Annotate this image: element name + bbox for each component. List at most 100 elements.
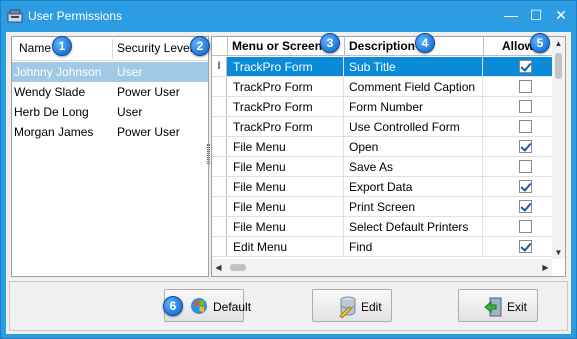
users-list[interactable]: Name Security Level Johnny Johnson User … bbox=[11, 36, 209, 277]
row-indicator[interactable] bbox=[212, 157, 227, 176]
grid-row[interactable]: TrackPro Form Form Number bbox=[212, 97, 552, 117]
user-name: Morgan James bbox=[14, 125, 94, 139]
allow-checkbox[interactable] bbox=[519, 200, 532, 213]
description-cell[interactable]: Export Data bbox=[344, 177, 483, 196]
column-divider[interactable] bbox=[344, 37, 345, 56]
menu-or-screen-cell[interactable]: TrackPro Form bbox=[227, 57, 344, 76]
allow-cell bbox=[483, 57, 552, 76]
edit-button[interactable]: Edit bbox=[312, 289, 392, 322]
menu-or-screen-cell[interactable]: File Menu bbox=[227, 137, 344, 156]
app-icon bbox=[7, 9, 23, 23]
callout-badge-2: 2 bbox=[190, 36, 210, 56]
grid-row[interactable]: I TrackPro Form Sub Title bbox=[212, 57, 552, 77]
menu-or-screen-cell[interactable]: File Menu bbox=[227, 177, 344, 196]
edit-button-label: Edit bbox=[361, 300, 382, 314]
panel-splitter-handle[interactable] bbox=[207, 144, 210, 164]
row-indicator[interactable] bbox=[212, 197, 227, 216]
grid-row[interactable]: File Menu Print Screen bbox=[212, 197, 552, 217]
scroll-down-arrow-icon[interactable]: ▼ bbox=[552, 246, 565, 259]
allow-cell bbox=[483, 117, 552, 136]
scroll-right-arrow-icon[interactable]: ▶ bbox=[539, 259, 552, 276]
description-cell[interactable]: Comment Field Caption bbox=[344, 77, 483, 96]
column-divider[interactable] bbox=[112, 39, 113, 59]
column-header-menu-or-screen[interactable]: Menu or Screen bbox=[232, 39, 322, 53]
row-indicator[interactable] bbox=[212, 237, 227, 256]
description-cell[interactable]: Sub Title bbox=[344, 57, 483, 76]
exit-door-icon bbox=[484, 297, 502, 317]
user-name: Herb De Long bbox=[14, 105, 89, 119]
allow-checkbox[interactable] bbox=[519, 180, 532, 193]
user-name: Wendy Slade bbox=[14, 85, 86, 99]
callout-badge-4: 4 bbox=[415, 33, 435, 53]
allow-checkbox[interactable] bbox=[519, 220, 532, 233]
default-windows-icon bbox=[191, 298, 207, 314]
row-indicator[interactable] bbox=[212, 217, 227, 236]
grid-row[interactable]: File Menu Select Default Printers bbox=[212, 217, 552, 237]
vertical-scroll-thumb[interactable] bbox=[555, 53, 562, 79]
column-header-name[interactable]: Name bbox=[19, 41, 51, 55]
user-security-level: User bbox=[117, 105, 143, 119]
allow-checkbox[interactable] bbox=[519, 140, 532, 153]
description-cell[interactable]: Form Number bbox=[344, 97, 483, 116]
grid-row[interactable]: File Menu Save As bbox=[212, 157, 552, 177]
grid-row[interactable]: Edit Menu Find bbox=[212, 237, 552, 257]
column-divider[interactable] bbox=[483, 37, 484, 56]
menu-or-screen-cell[interactable]: File Menu bbox=[227, 157, 344, 176]
column-header-description[interactable]: Description bbox=[349, 39, 415, 53]
title-bar[interactable]: User Permissions — ☐ ✕ bbox=[1, 1, 576, 31]
minimize-button[interactable]: — bbox=[500, 5, 522, 25]
menu-or-screen-cell[interactable]: Edit Menu bbox=[227, 237, 344, 256]
menu-or-screen-cell[interactable]: TrackPro Form bbox=[227, 97, 344, 116]
row-indicator[interactable]: I bbox=[212, 57, 227, 76]
vertical-scrollbar[interactable]: ▲ ▼ bbox=[552, 37, 565, 259]
user-security-level: Power User bbox=[117, 125, 180, 139]
description-cell[interactable]: Print Screen bbox=[344, 197, 483, 216]
grid-header: Menu or Screen Description Allow bbox=[212, 37, 552, 56]
row-indicator[interactable] bbox=[212, 117, 227, 136]
callout-badge-6: 6 bbox=[163, 296, 183, 316]
horizontal-scroll-thumb[interactable] bbox=[230, 264, 246, 271]
column-divider[interactable] bbox=[227, 37, 228, 56]
grid-row[interactable]: File Menu Export Data bbox=[212, 177, 552, 197]
grid-row[interactable]: File Menu Open bbox=[212, 137, 552, 157]
grid-row[interactable]: TrackPro Form Use Controlled Form bbox=[212, 117, 552, 137]
row-indicator[interactable] bbox=[212, 97, 227, 116]
allow-checkbox[interactable] bbox=[519, 100, 532, 113]
column-header-security-level[interactable]: Security Level bbox=[117, 41, 192, 55]
allow-checkbox[interactable] bbox=[519, 120, 532, 133]
user-permissions-window: User Permissions — ☐ ✕ Name Security Lev… bbox=[0, 0, 577, 339]
allow-cell bbox=[483, 97, 552, 116]
maximize-button[interactable]: ☐ bbox=[525, 5, 547, 25]
row-indicator[interactable] bbox=[212, 137, 227, 156]
description-cell[interactable]: Select Default Printers bbox=[344, 217, 483, 236]
permissions-grid[interactable]: Menu or Screen Description Allow I TrackP… bbox=[211, 36, 566, 277]
menu-or-screen-cell[interactable]: TrackPro Form bbox=[227, 77, 344, 96]
user-row-morgan-james[interactable]: Morgan James Power User bbox=[12, 122, 208, 142]
close-button[interactable]: ✕ bbox=[550, 5, 572, 25]
menu-or-screen-cell[interactable]: File Menu bbox=[227, 217, 344, 236]
user-row-herb-de-long[interactable]: Herb De Long User bbox=[12, 102, 208, 122]
scroll-left-arrow-icon[interactable]: ◀ bbox=[212, 259, 225, 276]
scroll-up-arrow-icon[interactable]: ▲ bbox=[552, 37, 565, 50]
grid-row[interactable]: TrackPro Form Comment Field Caption bbox=[212, 77, 552, 97]
allow-checkbox[interactable] bbox=[519, 160, 532, 173]
row-indicator[interactable] bbox=[212, 77, 227, 96]
horizontal-scrollbar[interactable]: ◀ ▶ bbox=[212, 259, 552, 276]
row-indicator[interactable] bbox=[212, 177, 227, 196]
menu-or-screen-cell[interactable]: File Menu bbox=[227, 197, 344, 216]
allow-checkbox[interactable] bbox=[519, 60, 532, 73]
user-row-wendy-slade[interactable]: Wendy Slade Power User bbox=[12, 82, 208, 102]
description-cell[interactable]: Use Controlled Form bbox=[344, 117, 483, 136]
allow-checkbox[interactable] bbox=[519, 80, 532, 93]
exit-button[interactable]: Exit bbox=[458, 289, 538, 322]
callout-badge-3: 3 bbox=[320, 33, 340, 53]
menu-or-screen-cell[interactable]: TrackPro Form bbox=[227, 117, 344, 136]
user-row-johnny-johnson[interactable]: Johnny Johnson User bbox=[12, 62, 208, 82]
default-button-label: Default bbox=[213, 300, 252, 314]
description-cell[interactable]: Find bbox=[344, 237, 483, 256]
description-cell[interactable]: Save As bbox=[344, 157, 483, 176]
allow-checkbox[interactable] bbox=[519, 240, 532, 253]
user-name: Johnny Johnson bbox=[14, 65, 102, 79]
description-cell[interactable]: Open bbox=[344, 137, 483, 156]
client-area: Name Security Level Johnny Johnson User … bbox=[6, 32, 571, 334]
